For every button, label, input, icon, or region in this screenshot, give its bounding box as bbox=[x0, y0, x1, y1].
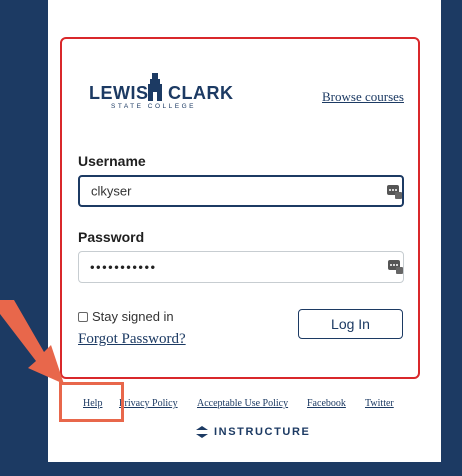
stay-signed-in-label: Stay signed in bbox=[92, 309, 174, 324]
footer-link-privacy[interactable]: Privacy Policy bbox=[119, 398, 178, 409]
footer-link-twitter[interactable]: Twitter bbox=[365, 398, 394, 409]
instructure-icon bbox=[196, 426, 208, 438]
stay-signed-in[interactable]: Stay signed in bbox=[78, 309, 174, 324]
instructure-brand[interactable]: INSTRUCTURE bbox=[196, 426, 310, 438]
username-value: clkyser bbox=[91, 183, 132, 199]
password-manager-icon[interactable] bbox=[387, 185, 402, 199]
instructure-label: INSTRUCTURE bbox=[214, 426, 311, 438]
password-manager-icon[interactable] bbox=[388, 260, 403, 274]
username-field[interactable]: clkyser bbox=[78, 175, 404, 207]
browse-courses-link[interactable]: Browse courses bbox=[322, 89, 404, 105]
logo-subtitle: STATE COLLEGE bbox=[111, 103, 196, 110]
stay-signed-in-checkbox[interactable] bbox=[78, 311, 88, 322]
username-label: Username bbox=[78, 153, 146, 169]
password-field[interactable]: ••••••••••• bbox=[78, 251, 404, 283]
footer-link-facebook[interactable]: Facebook bbox=[307, 398, 346, 409]
logo-left-text: LEWIS bbox=[89, 83, 149, 103]
logo-right-text: CLARK bbox=[168, 83, 234, 103]
tower-icon bbox=[148, 73, 162, 101]
footer-link-acceptable-use[interactable]: Acceptable Use Policy bbox=[197, 398, 288, 409]
login-form: LEWIS CLARK STATE COLLEGE Browse courses… bbox=[60, 37, 420, 379]
password-value: ••••••••••• bbox=[90, 259, 157, 275]
annotation-arrow-icon bbox=[0, 300, 64, 384]
log-in-button[interactable]: Log In bbox=[298, 309, 403, 339]
college-logo: LEWIS CLARK STATE COLLEGE bbox=[89, 73, 233, 113]
forgot-password-link[interactable]: Forgot Password? bbox=[78, 331, 186, 348]
password-label: Password bbox=[78, 229, 145, 245]
